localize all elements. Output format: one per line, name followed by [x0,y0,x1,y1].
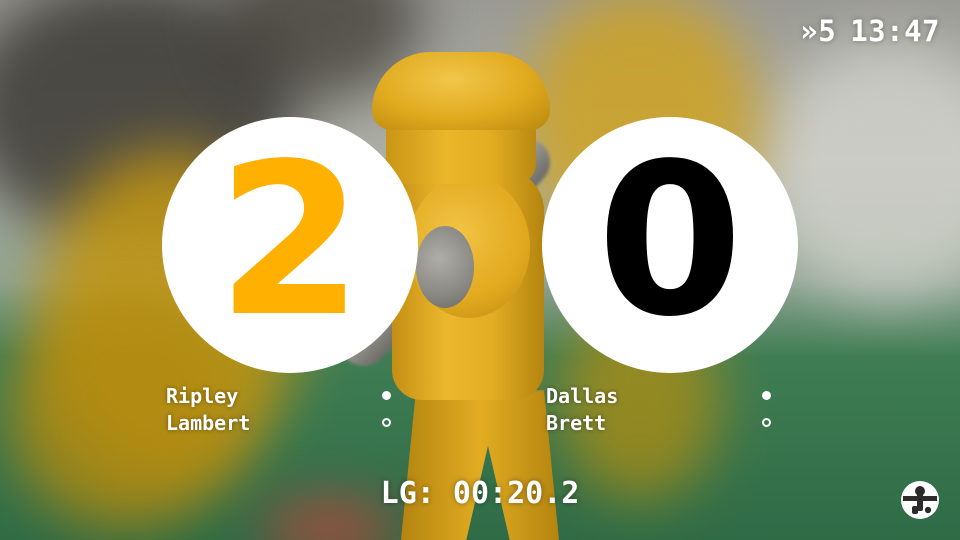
filled-dot-icon [382,391,391,400]
clock: 13:47 [850,14,940,48]
left-score-value: 2 [216,118,364,363]
last-goal-label: LG: [380,476,435,511]
player-name: Ripley [166,384,239,408]
player-row: Brett [546,410,960,437]
round-and-clock: »5 13:47 [800,14,940,48]
round-indicator-icon: » [800,14,819,48]
right-team-score: 0 [542,117,798,373]
last-goal-time: LG: 00:20.2 [0,476,960,511]
foosball-figure-rod-hole [416,226,474,308]
round-number: 5 [818,14,837,48]
scoreboard-screen: »5 13:47 2 0 Ripley Lambert Dallas Brett … [0,0,960,540]
open-dot-icon [382,418,391,427]
open-dot-icon [762,418,771,427]
player-name: Lambert [166,411,251,435]
foosball-figure-head [372,52,550,130]
right-team-players: Dallas Brett [546,383,960,437]
filled-dot-icon [762,391,771,400]
player-name: Brett [546,411,607,435]
background-photo [0,0,960,540]
player-row: Dallas [546,383,960,410]
left-team-score: 2 [162,117,418,373]
foosball-logo-icon [900,480,940,520]
right-score-value: 0 [596,118,744,363]
player-name: Dallas [546,384,619,408]
last-goal-value: 00:20.2 [452,476,580,511]
